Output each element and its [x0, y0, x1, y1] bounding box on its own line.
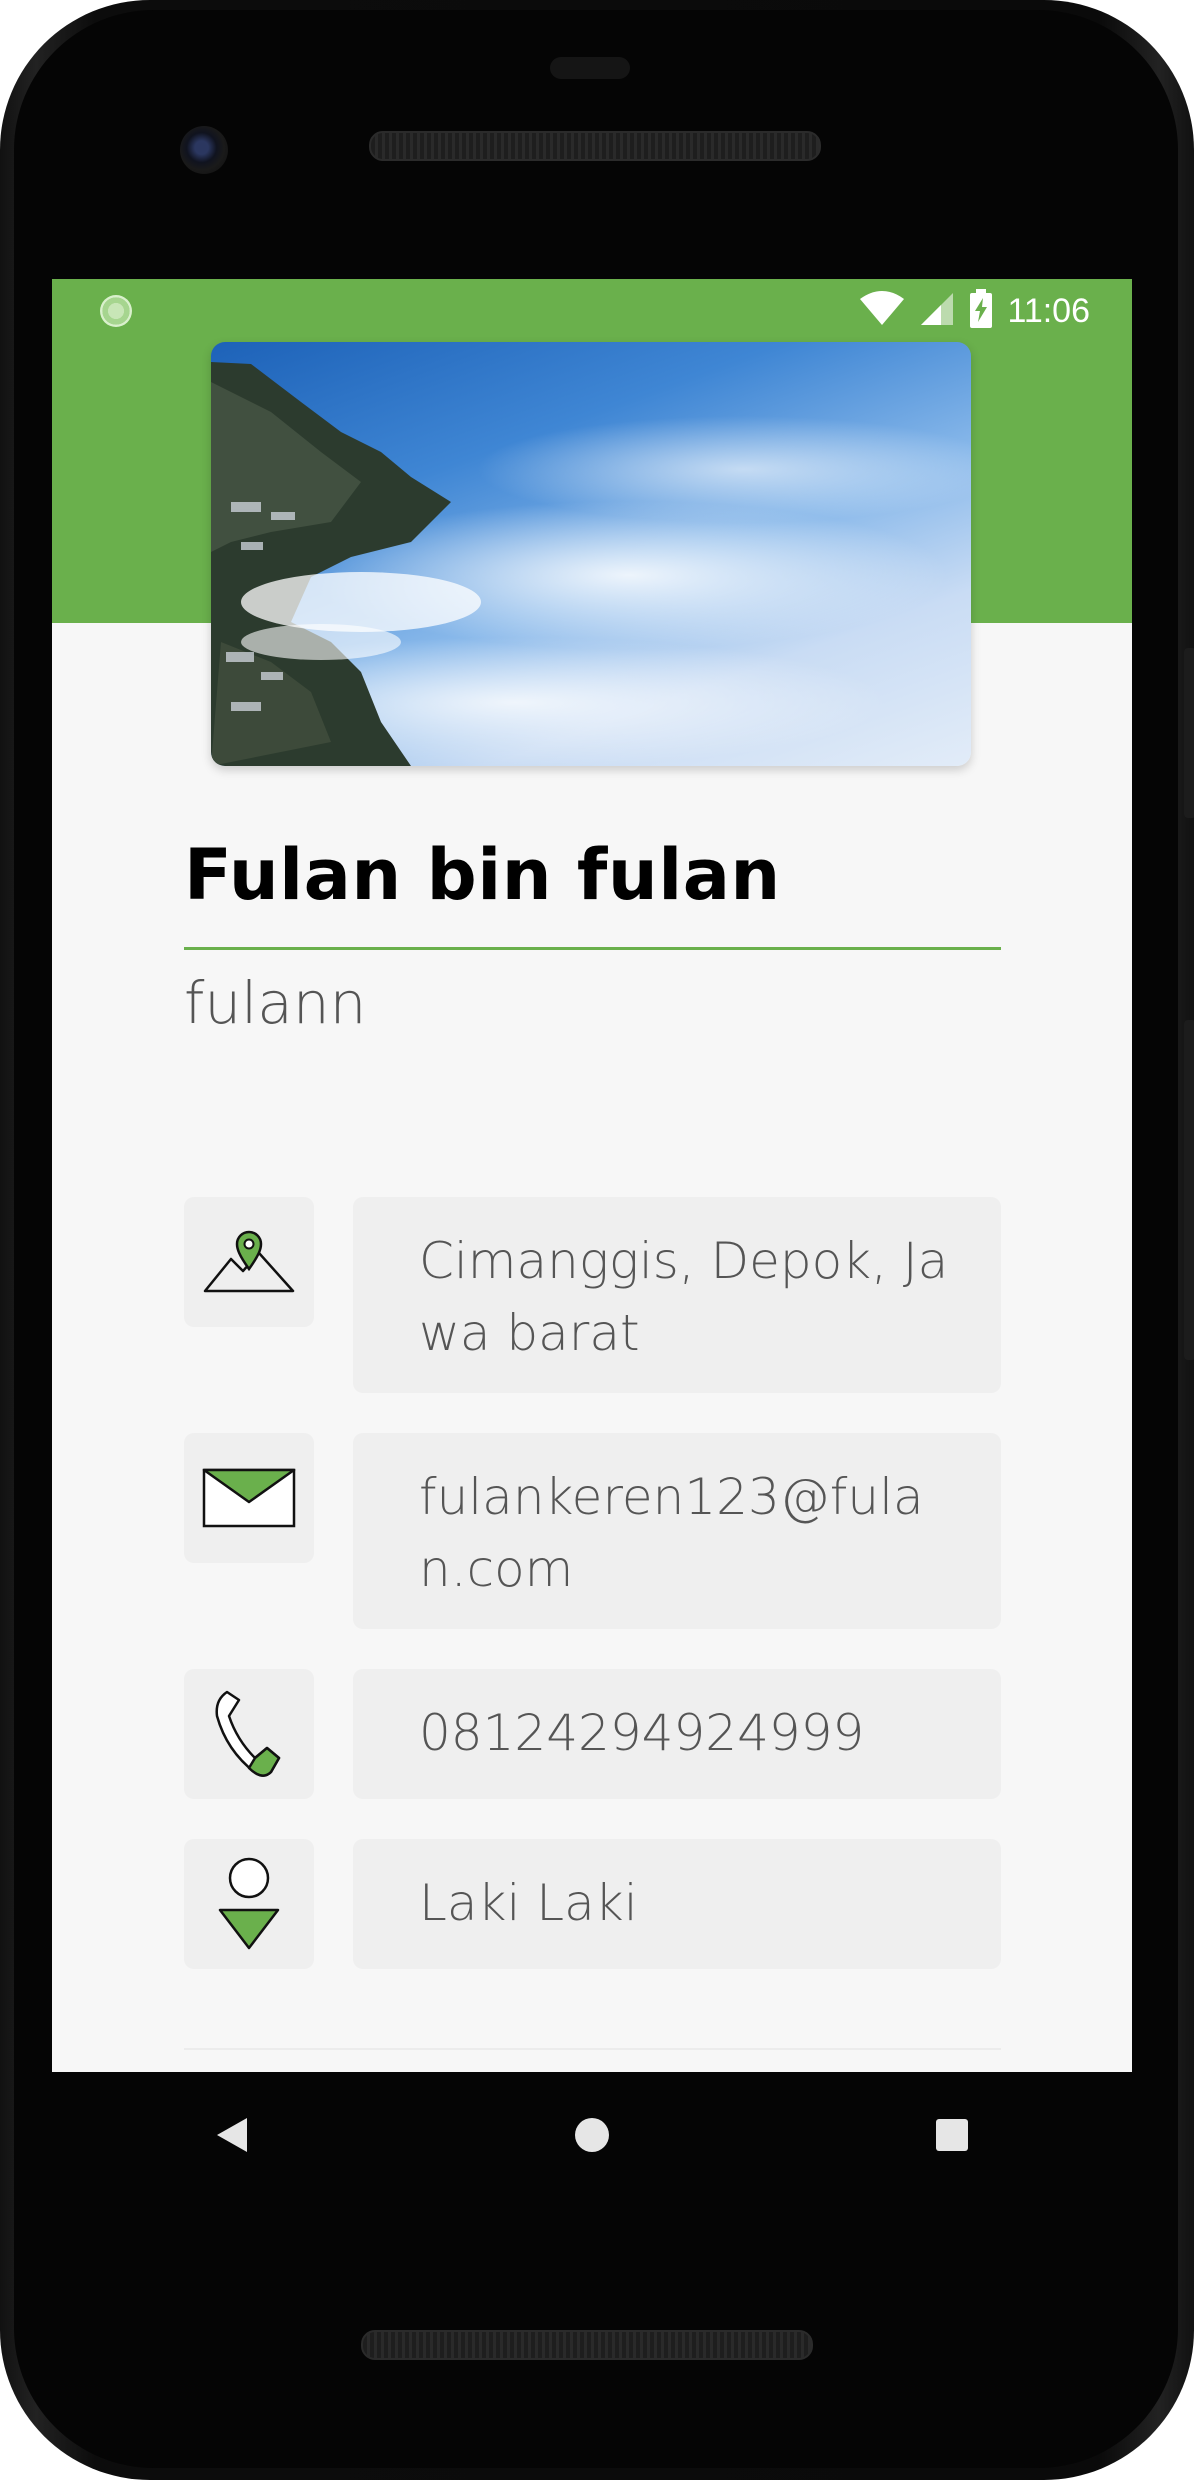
- section-divider: [184, 2048, 1001, 2050]
- status-right: 11:06: [859, 287, 1090, 335]
- home-icon[interactable]: [552, 2095, 632, 2175]
- phone-value: 08124294924999: [353, 1669, 1001, 1799]
- recents-icon[interactable]: [912, 2095, 992, 2175]
- bottom-speaker: [361, 2330, 813, 2360]
- header-photo: [211, 342, 971, 766]
- power-button: [1184, 648, 1194, 818]
- phone-icon: [184, 1669, 314, 1799]
- gender-icon: [184, 1839, 314, 1969]
- proximity-sensor: [550, 57, 630, 79]
- name-divider: [184, 947, 1001, 950]
- system-nav-bar: [52, 2072, 1132, 2198]
- app-screen: 11:06 Fulan bin fulan fulann Cimanggis, …: [52, 279, 1132, 2072]
- map-pin-icon: [184, 1197, 314, 1327]
- back-icon[interactable]: [192, 2095, 272, 2175]
- battery-charging-icon: [969, 289, 993, 333]
- notification-icon: [100, 295, 132, 327]
- clock: 11:06: [1007, 291, 1090, 330]
- cell-signal-icon: [919, 291, 955, 331]
- profile-username: fulann: [184, 969, 367, 1037]
- front-camera: [180, 126, 228, 174]
- address-value: Cimanggis, Depok, Jawa barat: [353, 1197, 1001, 1393]
- profile-name: Fulan bin fulan: [184, 834, 781, 916]
- gender-value: Laki Laki: [353, 1839, 1001, 1969]
- wifi-icon: [859, 291, 905, 331]
- status-bar: 11:06: [52, 279, 1132, 343]
- volume-button: [1184, 1020, 1194, 1360]
- earpiece-speaker: [369, 131, 821, 161]
- photo-hillside: [211, 362, 481, 766]
- mail-icon: [184, 1433, 314, 1563]
- email-value: fulankeren123@fulan.com: [353, 1433, 1001, 1629]
